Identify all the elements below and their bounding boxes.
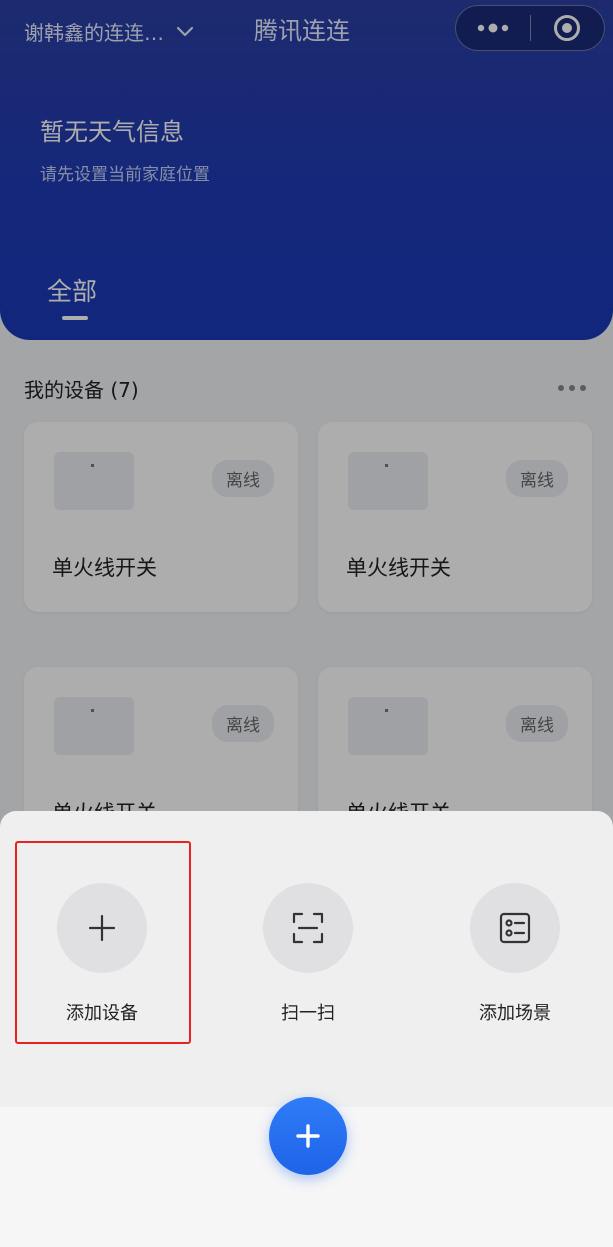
scan-button[interactable]: 扫一扫 bbox=[248, 883, 368, 1025]
highlight-annotation-box bbox=[15, 841, 191, 1044]
scan-icon bbox=[263, 883, 353, 973]
add-scene-label: 添加场景 bbox=[479, 1003, 551, 1024]
scan-label: 扫一扫 bbox=[281, 1003, 335, 1024]
close-add-fab[interactable] bbox=[269, 1097, 347, 1175]
add-action-sheet: 添加设备 扫一扫 添加场景 bbox=[0, 811, 613, 1247]
plus-icon bbox=[296, 1124, 320, 1148]
scene-list-icon bbox=[470, 883, 560, 973]
add-scene-button[interactable]: 添加场景 bbox=[455, 883, 575, 1025]
